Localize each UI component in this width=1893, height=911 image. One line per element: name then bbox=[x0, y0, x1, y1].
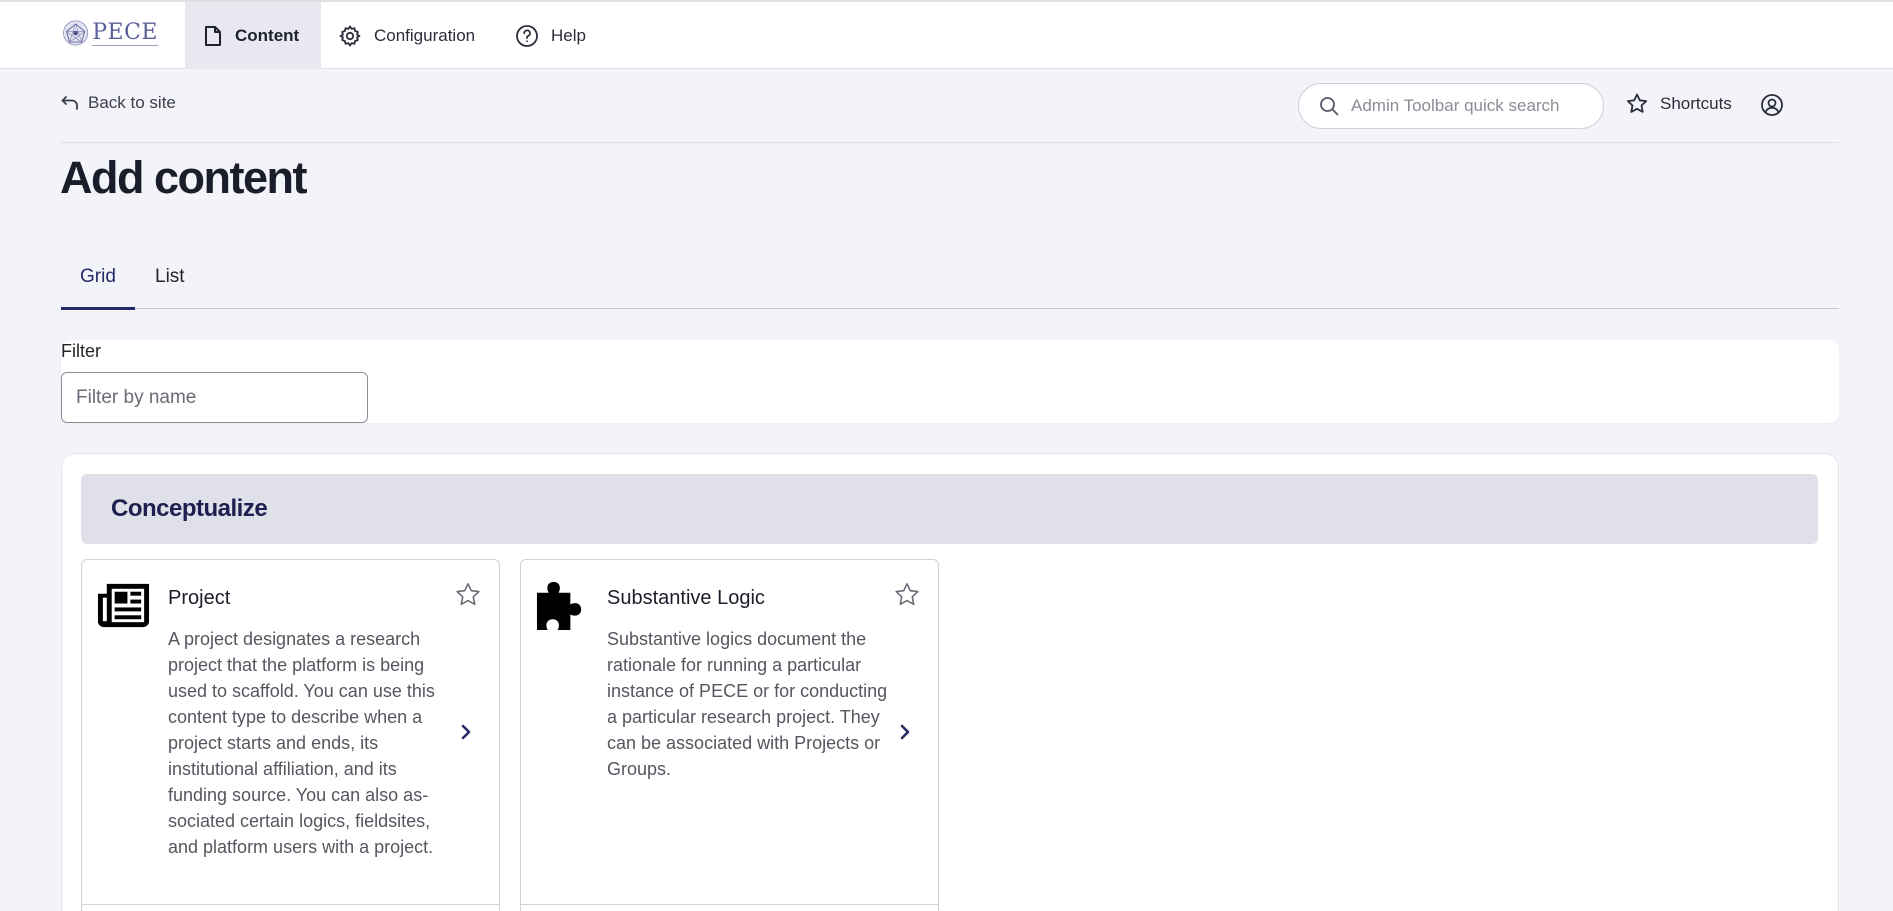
filter-label: Filter bbox=[61, 341, 101, 361]
shortcuts-button[interactable]: Shortcuts bbox=[1626, 93, 1732, 114]
toolbar-tab-help-label: Help bbox=[551, 25, 586, 45]
newspaper-icon bbox=[97, 583, 150, 628]
view-tabs: Grid List bbox=[61, 252, 1839, 310]
section-header: Conceptualize bbox=[81, 474, 1818, 544]
filter-input[interactable] bbox=[61, 372, 368, 423]
admin-toolbar: PECE Content Configuration Help bbox=[0, 0, 1893, 69]
toolbar-tab-configuration[interactable]: Configuration bbox=[338, 2, 475, 69]
toolbar-tab-content-label: Content bbox=[235, 25, 300, 45]
shortcuts-label: Shortcuts bbox=[1660, 93, 1732, 113]
header-divider bbox=[61, 142, 1839, 143]
card-footer-divider bbox=[82, 904, 499, 905]
toolbar-tab-help[interactable]: Help bbox=[515, 2, 586, 69]
card-description: A project designates a research project … bbox=[168, 629, 435, 857]
search-icon bbox=[1320, 97, 1339, 116]
pece-logo-icon bbox=[63, 20, 89, 46]
document-icon bbox=[205, 25, 221, 46]
favorite-star-icon[interactable] bbox=[455, 582, 481, 607]
active-tab-indicator bbox=[61, 307, 135, 310]
content-type-card-project[interactable]: Project A project designates a research … bbox=[81, 559, 500, 911]
back-to-site-label: Back to site bbox=[88, 93, 176, 112]
toolbar-tab-content[interactable]: Content bbox=[185, 2, 321, 69]
card-footer-divider bbox=[521, 904, 938, 905]
chevron-right-icon[interactable] bbox=[898, 722, 912, 742]
tab-grid[interactable]: Grid bbox=[80, 266, 116, 288]
site-logo[interactable]: PECE bbox=[62, 13, 158, 53]
search-input[interactable] bbox=[1351, 96, 1571, 116]
star-icon bbox=[1626, 93, 1648, 113]
favorite-star-icon[interactable] bbox=[894, 582, 920, 607]
toolbar-tab-configuration-label: Configuration bbox=[374, 25, 476, 45]
content-type-card-substantive-logic[interactable]: Substantive Logic Substantive logics doc… bbox=[520, 559, 939, 911]
gear-icon bbox=[339, 25, 361, 46]
card-title: Substantive Logic bbox=[607, 587, 765, 609]
help-circle-icon bbox=[516, 24, 538, 47]
page-title: Add content bbox=[60, 152, 307, 203]
chevron-right-icon[interactable] bbox=[459, 722, 473, 742]
tab-list[interactable]: List bbox=[155, 266, 185, 288]
back-to-site-link[interactable]: Back to site bbox=[61, 93, 176, 113]
return-arrow-icon bbox=[61, 96, 78, 110]
admin-quick-search[interactable] bbox=[1298, 83, 1604, 129]
logo-text: PECE bbox=[92, 19, 158, 46]
card-description: Substantive logics document the rational… bbox=[607, 629, 888, 779]
puzzle-piece-icon bbox=[536, 581, 582, 631]
section-title: Conceptualize bbox=[111, 495, 268, 522]
user-account-icon[interactable] bbox=[1760, 93, 1784, 117]
card-title: Project bbox=[168, 587, 231, 609]
